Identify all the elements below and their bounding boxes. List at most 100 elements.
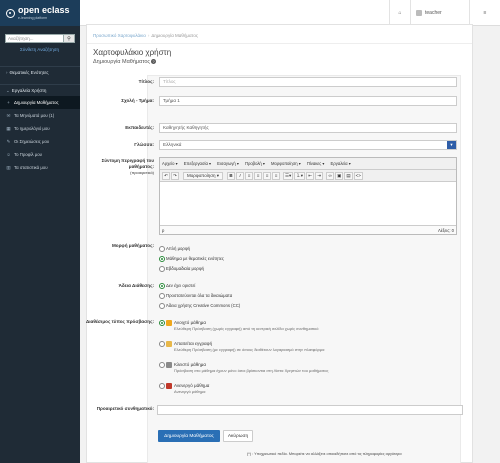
editor-menu-insert[interactable]: Εισαγωγή ▾ bbox=[217, 161, 239, 166]
radio[interactable] bbox=[159, 266, 165, 272]
italic-icon[interactable]: I bbox=[236, 171, 245, 180]
sidebar-item-messages[interactable]: ✉ Τα Μηνύματά μου (1) bbox=[0, 109, 80, 122]
rich-text-editor: Αρχείο ▾ Επεξεργασία ▾ Εισαγωγή ▾ Προβολ… bbox=[159, 157, 457, 235]
logo-icon bbox=[6, 8, 15, 18]
access-option-open[interactable]: Ανοιχτό μάθημα Ελεύθερη Πρόσβαση (χωρίς ε… bbox=[159, 320, 318, 331]
sidebar-item-profile[interactable]: ☺ Το Προφίλ μου bbox=[0, 148, 80, 161]
radio[interactable] bbox=[159, 303, 165, 309]
page-subtitle: Δημιουργία Μαθήματος? bbox=[93, 59, 157, 65]
radio[interactable] bbox=[159, 320, 165, 326]
editor-menu-tables[interactable]: Πίνακες ▾ bbox=[307, 161, 325, 166]
access-option-inactive[interactable]: Ανενεργό μάθημα Ανενεργό μάθημα bbox=[159, 383, 209, 394]
page-title: Χαρτοφυλάκιο χρήστη bbox=[93, 48, 172, 57]
breadcrumb: Προσωπικό Χαρτοφυλάκιο › Δημιουργία Μαθήμα… bbox=[93, 33, 198, 38]
radio[interactable] bbox=[159, 341, 165, 347]
school-label: Σχολή - Τμήμα: bbox=[121, 98, 154, 103]
license-option-copyright[interactable]: Προστατεύονται όλα τα δικαιώματα bbox=[159, 293, 232, 299]
help-icon[interactable]: ? bbox=[151, 59, 157, 64]
sidebar-item-create-course[interactable]: + Δημιουργία Μαθήματος bbox=[0, 96, 80, 109]
format-dropdown[interactable]: Μορφοποίηση ▾ bbox=[183, 171, 224, 180]
sidebar-item-label: Το ημερολόγιό μου bbox=[14, 126, 50, 131]
editor-menu-file[interactable]: Αρχείο ▾ bbox=[162, 161, 178, 166]
word-count: Λέξεις: 0 bbox=[437, 227, 454, 233]
bold-icon[interactable]: B bbox=[227, 171, 236, 180]
brand-name: open eclass bbox=[18, 5, 70, 15]
radio[interactable] bbox=[159, 256, 165, 262]
radio[interactable] bbox=[159, 283, 165, 289]
access-option-closed[interactable]: Κλειστό μάθημα Πρόσβαση στο μάθημα έχουν … bbox=[159, 362, 328, 373]
indent-icon[interactable]: ⇥ bbox=[315, 171, 324, 180]
radio[interactable] bbox=[159, 383, 165, 389]
sidebar-section-courses[interactable]: › Θεματικές Ενότητες bbox=[0, 66, 80, 78]
hamburger-icon: ≡ bbox=[483, 10, 487, 16]
search-button[interactable]: ⚲ bbox=[64, 34, 75, 43]
menu-toggle-button[interactable]: ≡ bbox=[469, 0, 500, 26]
license-option-none[interactable]: Δεν έχει οριστεί bbox=[159, 283, 195, 289]
envelope-icon: ✉ bbox=[6, 112, 11, 118]
sidebar-item-notes[interactable]: ✎ Οι Σημειώσεις μου bbox=[0, 135, 80, 148]
editor-menu-tools[interactable]: Εργαλεία ▾ bbox=[331, 161, 351, 166]
align-left-icon[interactable]: ≡ bbox=[245, 171, 254, 180]
language-select[interactable]: Ελληνικά ▼ bbox=[159, 140, 457, 150]
breadcrumb-current: Δημιουργία Μαθήματος bbox=[151, 33, 198, 38]
language-selected: Ελληνικά bbox=[163, 142, 182, 147]
sidebar: open eclass e-learning platform Αναζήτησ… bbox=[0, 0, 80, 463]
sidebar-item-label: Το Προφίλ μου bbox=[14, 152, 42, 157]
teachers-label: Εκπαιδευτές: bbox=[125, 125, 154, 130]
password-label: Προαιρετικό συνθηματικό: bbox=[96, 406, 154, 411]
user-menu[interactable]: teacher bbox=[410, 0, 469, 26]
sidebar-section-label: Θεματικές Ενότητες bbox=[9, 70, 49, 75]
radio[interactable] bbox=[159, 246, 165, 252]
license-option-cc[interactable]: Άδεια χρήσης Creative Commons (CC) bbox=[159, 303, 240, 309]
home-button[interactable]: ⌂ bbox=[389, 0, 410, 26]
align-right-icon[interactable]: ≡ bbox=[263, 171, 272, 180]
format-option-units[interactable]: Μάθημα με θεματικές ενότητες bbox=[159, 256, 224, 262]
user-icon: ☺ bbox=[6, 152, 11, 157]
bullet-list-icon[interactable]: ☰▾ bbox=[283, 171, 294, 180]
link-icon[interactable]: ∞ bbox=[326, 171, 335, 180]
code-icon[interactable]: <> bbox=[353, 171, 363, 180]
editor-content[interactable] bbox=[160, 182, 456, 225]
sidebar-section-tools[interactable]: ⌄ Εργαλεία Χρήστη bbox=[0, 84, 80, 96]
password-input[interactable] bbox=[157, 405, 463, 415]
lock-icon bbox=[166, 362, 172, 368]
justify-icon[interactable]: ≡ bbox=[272, 171, 281, 180]
title-input[interactable]: Τίτλος bbox=[159, 77, 457, 87]
block-icon bbox=[166, 383, 172, 389]
align-center-icon[interactable]: ≡ bbox=[254, 171, 263, 180]
outdent-icon[interactable]: ⇤ bbox=[306, 171, 315, 180]
undo-icon[interactable]: ↶ bbox=[162, 171, 170, 180]
editor-menu-view[interactable]: Προβολή ▾ bbox=[245, 161, 265, 166]
format-option-weekly[interactable]: Εβδομαδιαία μορφή bbox=[159, 266, 204, 272]
editor-menubar: Αρχείο ▾ Επεξεργασία ▾ Εισαγωγή ▾ Προβολ… bbox=[160, 158, 456, 170]
format-label: Μορφή μαθήματος: bbox=[111, 243, 154, 248]
redo-icon[interactable]: ↷ bbox=[171, 171, 179, 180]
unlock-icon bbox=[166, 320, 172, 326]
school-input[interactable]: Τμήμα 1 bbox=[159, 96, 457, 106]
search-input[interactable]: Αναζήτηση... bbox=[5, 34, 64, 43]
sidebar-item-label: Δημιουργία Μαθήματος bbox=[14, 100, 59, 105]
access-option-registration[interactable]: Απαιτείται εγγραφή Ελεύθερη Πρόσβαση (με … bbox=[159, 341, 324, 352]
format-option-simple[interactable]: Απλή μορφή bbox=[159, 246, 190, 252]
radio[interactable] bbox=[159, 293, 165, 299]
editor-menu-edit[interactable]: Επεξεργασία ▾ bbox=[184, 161, 211, 166]
cancel-button[interactable]: Ακύρωση bbox=[223, 430, 253, 442]
description-optional: (προαιρετικό) bbox=[130, 170, 154, 175]
sidebar-item-stats[interactable]: ▥ Τα στατιστικά μου bbox=[0, 161, 80, 174]
image-icon[interactable]: ▣ bbox=[335, 171, 344, 180]
teachers-input[interactable]: Καθηγητής Καθηγητής bbox=[159, 123, 457, 133]
edit-icon: ✎ bbox=[6, 138, 11, 144]
radio[interactable] bbox=[159, 362, 165, 368]
logo[interactable]: open eclass e-learning platform bbox=[0, 0, 80, 26]
chevron-down-icon: ▼ bbox=[447, 141, 456, 149]
numbered-list-icon[interactable]: ⒈▾ bbox=[294, 171, 306, 180]
chevron-right-icon: › bbox=[6, 70, 8, 75]
create-course-button[interactable]: Δημιουργία Μαθήματος bbox=[158, 430, 220, 442]
sidebar-item-calendar[interactable]: ▦ Το ημερολόγιό μου bbox=[0, 122, 80, 135]
breadcrumb-home[interactable]: Προσωπικό Χαρτοφυλάκιο bbox=[93, 33, 146, 38]
access-label: Διαθέσιμος τύπος πρόσβασης: bbox=[85, 319, 154, 324]
lock-open-icon bbox=[166, 341, 172, 347]
editor-menu-format[interactable]: Μορφοποίηση ▾ bbox=[271, 161, 301, 166]
sidebar-item-label: Οι Σημειώσεις μου bbox=[14, 139, 50, 144]
media-icon[interactable]: ▤ bbox=[344, 171, 353, 180]
